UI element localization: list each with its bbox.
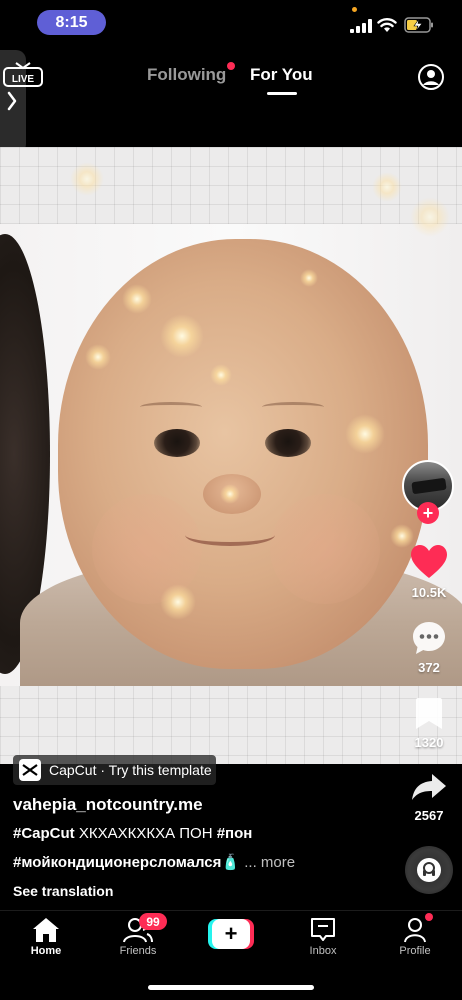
nav-home-label: Home — [30, 945, 62, 957]
caption-line-1: #CapCut ХКХАХКХКХА ПОН #пон — [13, 825, 252, 842]
tab-for-you[interactable]: For You — [250, 65, 313, 85]
nav-inbox-label: Inbox — [309, 945, 337, 957]
status-bar: 8:15 — [0, 0, 462, 46]
more-link[interactable]: ... more — [244, 854, 295, 871]
sparkle-light — [220, 484, 240, 504]
nav-friends-label: Friends — [119, 945, 157, 957]
live-label: LIVE — [12, 74, 35, 85]
sparkle-light — [85, 344, 111, 370]
person-search-icon[interactable] — [416, 64, 446, 90]
sparkle-light — [345, 414, 385, 454]
right-eye — [265, 429, 311, 457]
sparkle-light — [300, 269, 318, 287]
friends-badge: 99 — [139, 913, 167, 930]
video-frame-image — [0, 224, 462, 686]
nav-profile-label: Profile — [399, 945, 431, 957]
like-count: 10.5K — [411, 585, 447, 600]
bookmark-count: 1320 — [414, 735, 444, 750]
bookmark-icon[interactable] — [415, 697, 443, 731]
share-icon[interactable] — [411, 772, 447, 802]
video-player[interactable] — [0, 147, 462, 764]
signal-icon — [350, 19, 372, 33]
baby-face — [58, 239, 428, 669]
capcut-label: CapCut · Try this template — [49, 762, 212, 778]
comment-icon[interactable] — [411, 620, 447, 656]
live-tv-icon[interactable]: LIVE — [3, 62, 45, 88]
caption-emoji: 🧴 — [221, 854, 241, 871]
follow-button[interactable]: + — [417, 502, 439, 524]
sparkle-light — [372, 172, 402, 202]
caption-line-2: #мойкондиционерсломался🧴 ... more — [13, 853, 295, 871]
inbox-icon — [311, 918, 335, 941]
home-indicator[interactable] — [148, 985, 314, 990]
caption-text: ХКХАХКХКХА ПОН — [74, 825, 217, 842]
nav-profile[interactable]: Profile — [380, 917, 450, 957]
chevron-right-icon — [7, 91, 17, 111]
hashtag-air-conditioner[interactable]: #мойкондиционерсломался — [13, 854, 221, 871]
capcut-logo-icon — [19, 759, 41, 781]
profile-icon — [404, 918, 426, 943]
create-plus-icon: + — [212, 919, 250, 949]
sparkle-light — [122, 284, 152, 314]
active-tab-underline — [267, 92, 297, 95]
status-time[interactable]: 8:15 — [37, 10, 106, 35]
sound-disc[interactable] — [405, 846, 453, 894]
home-icon — [33, 918, 59, 942]
sparkle-light — [160, 314, 204, 358]
sparkle-light — [70, 162, 104, 196]
nav-home[interactable]: Home — [11, 917, 81, 957]
hashtag-pon[interactable]: #пон — [217, 825, 253, 842]
following-notification-dot — [227, 62, 235, 70]
profile-notification-dot — [425, 913, 433, 921]
right-brow — [262, 402, 324, 412]
sparkle-light — [160, 584, 196, 620]
privacy-indicator-dot — [352, 7, 357, 12]
left-eye — [154, 429, 200, 457]
capcut-template-link[interactable]: CapCut · Try this template — [13, 755, 216, 785]
comment-count: 372 — [418, 660, 440, 675]
sparkle-light — [210, 364, 232, 386]
music-disc-icon — [417, 858, 441, 882]
right-cheek — [270, 494, 380, 604]
nav-inbox[interactable]: Inbox — [288, 917, 358, 957]
sparkle-light — [410, 197, 450, 237]
tab-following[interactable]: Following — [147, 65, 226, 85]
creator-username[interactable]: vahepia_notcountry.me — [13, 795, 203, 815]
create-button[interactable]: + — [208, 919, 254, 949]
wifi-icon — [377, 18, 397, 32]
left-brow — [140, 402, 202, 412]
share-count: 2567 — [414, 808, 444, 823]
hashtag-capcut[interactable]: #CapCut — [13, 825, 75, 842]
heart-icon[interactable] — [410, 544, 448, 580]
avatar-image — [411, 477, 447, 495]
mouth — [185, 524, 275, 546]
see-translation-link[interactable]: See translation — [13, 883, 113, 899]
battery-charging-icon — [404, 17, 433, 33]
top-nav: LIVE Following For You — [0, 50, 462, 154]
